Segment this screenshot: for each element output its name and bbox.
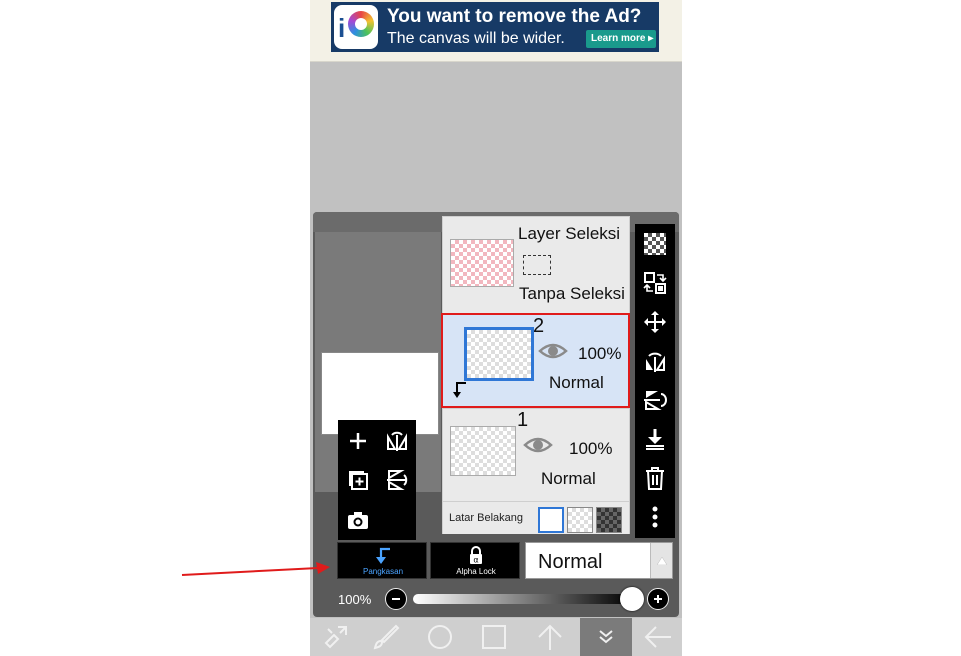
delete-layer-button[interactable] — [635, 458, 675, 497]
annotation-arrow-icon — [181, 562, 330, 576]
layer-row-1[interactable]: 1 100% Normal — [443, 408, 629, 500]
background-row: Latar Belakang — [443, 501, 629, 534]
rectangle-tool-button[interactable] — [468, 618, 520, 656]
trash-icon — [646, 466, 664, 490]
chevron-down-icon — [599, 630, 613, 644]
transparency-icon — [644, 232, 666, 255]
merge-down-button[interactable] — [635, 419, 675, 458]
flip-horizontal-button[interactable] — [377, 421, 416, 460]
rotate-flip-button[interactable] — [635, 341, 675, 380]
arrow-up-button[interactable] — [524, 618, 576, 656]
opacity-slider[interactable] — [413, 594, 633, 604]
camera-icon — [347, 511, 368, 529]
plus-icon — [654, 595, 662, 603]
move-icon — [644, 310, 666, 333]
ibis-paint-logo-icon: i — [334, 5, 378, 49]
selected-layer-highlight — [441, 313, 630, 408]
alpha-lock-label: Alpha Lock — [456, 567, 496, 576]
layer-1-thumbnail — [450, 426, 516, 476]
more-options-button[interactable] — [635, 497, 675, 536]
camera-button[interactable] — [338, 500, 377, 539]
minus-icon — [392, 598, 400, 600]
transform-icon — [324, 626, 347, 649]
ad-subtitle: The canvas will be wider. — [387, 30, 565, 47]
marquee-selection-icon — [523, 255, 551, 275]
swap-layer-button[interactable] — [635, 263, 675, 302]
copy-layer-button[interactable] — [338, 460, 377, 499]
back-arrow-icon — [644, 626, 671, 648]
selection-layer-thumbnail — [450, 239, 514, 287]
selection-layer-title: Layer Seleksi — [518, 224, 621, 243]
add-copy-icon — [348, 470, 368, 490]
blend-mode-value: Normal — [538, 551, 603, 573]
triangle-up-icon — [656, 556, 667, 565]
opacity-control: 100% — [313, 584, 679, 614]
square-icon — [482, 625, 506, 649]
arrow-up-icon — [538, 624, 562, 650]
background-white-option[interactable] — [538, 507, 564, 533]
app-screen: i You want to remove the Ad? The canvas … — [310, 0, 682, 656]
add-layer-icon — [349, 432, 366, 449]
opacity-increase-button[interactable] — [647, 588, 669, 610]
transform-tool-button[interactable] — [310, 618, 362, 656]
brush-tool-button[interactable] — [360, 618, 412, 656]
opacity-value: 100% — [338, 592, 372, 607]
flip-vertical-icon — [386, 469, 407, 490]
bottom-toolbar — [310, 618, 682, 656]
back-button[interactable] — [632, 618, 682, 656]
flip-rotate-button[interactable] — [635, 380, 675, 419]
clipping-label: Pangkasan — [362, 567, 404, 576]
blend-mode-select[interactable]: Normal — [525, 542, 673, 579]
opacity-slider-handle[interactable] — [620, 587, 644, 611]
clipping-button[interactable]: Pangkasan — [337, 542, 427, 579]
eye-icon — [523, 437, 553, 453]
learn-more-button[interactable]: Learn more ▸ — [586, 30, 656, 48]
rotate-flip-icon — [646, 352, 665, 372]
flip-horizontal-icon — [386, 431, 407, 451]
flip-rotate-icon — [644, 390, 667, 410]
left-tool-column — [338, 420, 416, 540]
move-layer-button[interactable] — [635, 302, 675, 341]
visibility-toggle-layer-1[interactable] — [523, 435, 553, 460]
more-icon — [652, 506, 658, 527]
merge-down-icon — [646, 428, 664, 450]
collapse-button[interactable] — [580, 618, 632, 656]
circle-icon — [428, 625, 452, 649]
ad-banner[interactable]: i You want to remove the Ad? The canvas … — [310, 0, 682, 62]
brush-icon — [373, 624, 400, 650]
layer-1-blend-mode: Normal — [541, 469, 596, 488]
transparency-button[interactable] — [635, 224, 675, 263]
background-dark-option[interactable] — [596, 507, 622, 533]
right-tool-column — [635, 224, 675, 538]
flip-vertical-button[interactable] — [377, 460, 416, 499]
opacity-decrease-button[interactable] — [385, 588, 407, 610]
alpha-lock-button[interactable]: α Alpha Lock — [430, 542, 520, 579]
add-layer-button[interactable] — [338, 421, 377, 460]
selection-layer-status: Tanpa Seleksi — [519, 284, 625, 303]
alpha-lock-icon: α — [470, 546, 482, 565]
clipping-icon — [376, 547, 390, 564]
layer-1-opacity: 100% — [569, 439, 613, 458]
ad-title: You want to remove the Ad? — [387, 6, 642, 27]
background-label: Latar Belakang — [449, 512, 523, 524]
ad-content[interactable]: i You want to remove the Ad? The canvas … — [331, 2, 659, 52]
ellipse-tool-button[interactable] — [414, 618, 466, 656]
svg-text:α: α — [473, 556, 478, 565]
blend-dropdown-button[interactable] — [650, 543, 672, 578]
swap-layer-icon — [643, 271, 667, 294]
selection-layer-row[interactable]: Layer Seleksi Tanpa Seleksi — [443, 217, 629, 312]
layers-panel: Layer Seleksi Tanpa Seleksi 2 100% Norma… — [313, 212, 679, 617]
layers-list: Layer Seleksi Tanpa Seleksi 2 100% Norma… — [441, 216, 630, 534]
background-transparent-option[interactable] — [567, 507, 593, 533]
layer-1-number: 1 — [517, 409, 529, 431]
